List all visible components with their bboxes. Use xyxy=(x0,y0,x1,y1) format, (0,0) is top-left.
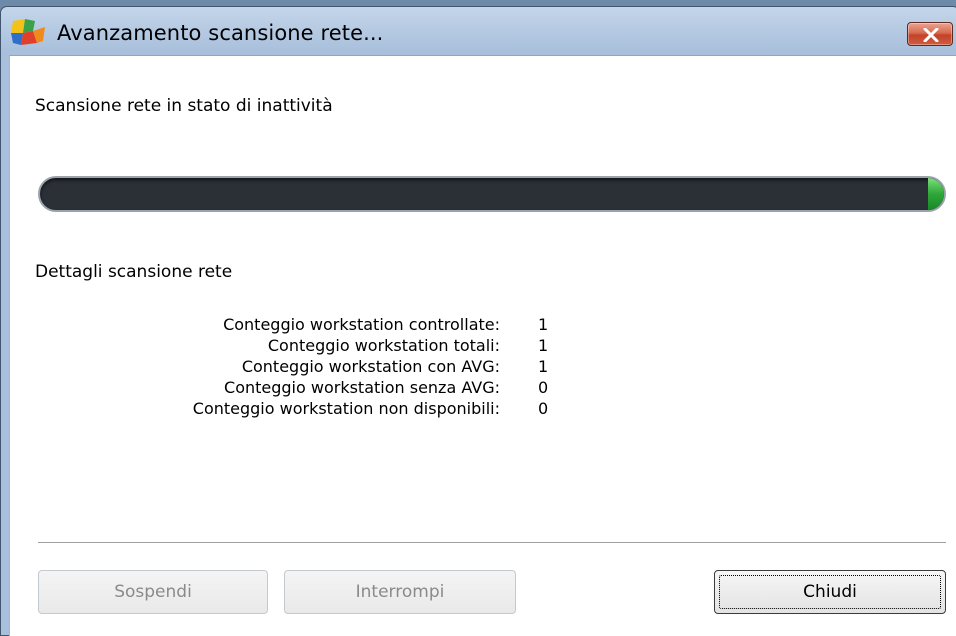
stat-row: Conteggio workstation senza AVG: 0 xyxy=(120,377,570,398)
stat-row: Conteggio workstation totali: 1 xyxy=(120,335,570,356)
stat-label-total: Conteggio workstation totali: xyxy=(267,336,500,355)
stat-label-unavailable: Conteggio workstation non disponibili: xyxy=(192,399,500,418)
progress-fill xyxy=(928,178,944,210)
details-heading: Dettagli scansione rete xyxy=(35,262,233,282)
stop-button[interactable]: Interrompi xyxy=(284,570,516,614)
stat-row: Conteggio workstation controllate: 1 xyxy=(120,314,570,335)
stat-label-with-avg: Conteggio workstation con AVG: xyxy=(241,357,500,376)
stat-value-unavailable: 0 xyxy=(538,399,549,418)
scan-details-list: Conteggio workstation controllate: 1 Con… xyxy=(120,314,570,419)
stat-row: Conteggio workstation non disponibili: 0 xyxy=(120,398,570,419)
stat-value-total: 1 xyxy=(538,336,549,355)
stat-label-without-avg: Conteggio workstation senza AVG: xyxy=(224,378,500,397)
stat-value-checked: 1 xyxy=(538,315,549,334)
close-button[interactable]: Chiudi xyxy=(714,570,946,614)
stat-label-checked: Conteggio workstation controllate: xyxy=(223,315,500,334)
scan-status-text: Scansione rete in stato di inattività xyxy=(35,96,333,116)
window-title: Avanzamento scansione rete... xyxy=(57,21,384,45)
scan-progress-bar xyxy=(38,176,946,212)
close-button-label: Chiudi xyxy=(803,582,857,602)
stat-value-without-avg: 0 xyxy=(538,378,549,397)
avg-logo-icon xyxy=(11,17,47,47)
dialog-window: Avanzamento scansione rete... Scansione … xyxy=(0,6,956,636)
separator xyxy=(38,542,946,544)
close-icon xyxy=(923,28,939,42)
title-bar[interactable]: Avanzamento scansione rete... xyxy=(1,7,956,55)
close-window-button[interactable] xyxy=(907,22,953,46)
stat-row: Conteggio workstation con AVG: 1 xyxy=(120,356,570,377)
suspend-button[interactable]: Sospendi xyxy=(38,570,268,614)
dialog-content: Scansione rete in stato di inattività De… xyxy=(9,55,956,636)
stat-value-with-avg: 1 xyxy=(538,357,549,376)
